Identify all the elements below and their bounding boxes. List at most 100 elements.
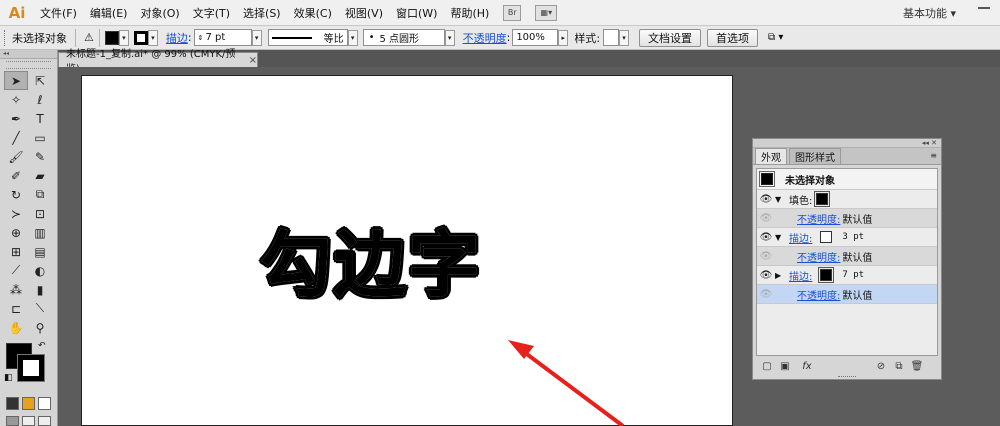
paintbrush-tool-icon[interactable]: 🖌 — [4, 147, 28, 166]
stroke-weight-dropdown[interactable]: ▾ — [251, 29, 262, 46]
gradient-mode-icon[interactable] — [22, 397, 35, 410]
expand-triangle-icon[interactable]: ▼ — [775, 233, 785, 242]
width-tool-icon[interactable]: ≻ — [4, 204, 28, 223]
shape-builder-tool-icon[interactable]: ⊕ — [4, 223, 28, 242]
stroke-dropdown[interactable]: ▾ — [147, 29, 158, 46]
eyedropper-tool-icon[interactable]: ⟋ — [4, 261, 28, 280]
stroke-opacity-row[interactable]: 👁 不透明度: 默认值 — [757, 247, 937, 266]
brush-definition[interactable]: • 5 点圆形 — [362, 29, 445, 46]
menu-window[interactable]: 窗口(W) — [396, 5, 437, 21]
none-mode-icon[interactable] — [38, 397, 51, 410]
collapse-triangle-icon[interactable]: ▶ — [775, 271, 785, 280]
direct-selection-tool-icon[interactable]: ⇱ — [28, 71, 52, 90]
opacity-dropdown[interactable]: ▸ — [558, 29, 569, 46]
tools-grip[interactable] — [6, 61, 51, 69]
stroke-color-icon[interactable] — [17, 354, 45, 382]
variable-width-profile[interactable]: 等比 — [267, 29, 348, 46]
visibility-eye-icon[interactable]: 👁 — [757, 289, 775, 300]
opacity-link[interactable]: 不透明度: — [797, 287, 840, 302]
rotate-tool-icon[interactable]: ↻ — [4, 185, 28, 204]
bridge-button[interactable]: Br — [503, 4, 522, 21]
fill-opacity-row[interactable]: 👁 不透明度: 默认值 — [757, 209, 937, 228]
stroke-swatch-white[interactable] — [820, 231, 833, 243]
clear-appearance-icon[interactable]: ⊘ — [874, 361, 888, 372]
duplicate-item-icon[interactable]: ⧉ — [892, 361, 906, 372]
document-setup-button[interactable]: 文档设置 — [639, 28, 702, 47]
object-opacity-row[interactable]: 👁 不透明度: 默认值 — [757, 285, 937, 304]
visibility-eye-icon[interactable]: 👁 — [757, 213, 775, 224]
column-graph-tool-icon[interactable]: ▮ — [28, 280, 52, 299]
menu-select[interactable]: 选择(S) — [243, 5, 281, 21]
free-transform-tool-icon[interactable]: ⊡ — [28, 204, 52, 223]
eraser-tool-icon[interactable]: ▰ — [28, 166, 52, 185]
menu-help[interactable]: 帮助(H) — [450, 5, 489, 21]
close-tab-icon[interactable]: × — [249, 55, 257, 66]
stroke-link[interactable]: 描边: — [789, 268, 812, 283]
workspace-switcher[interactable]: 基本功能 ▾ — [903, 5, 956, 21]
mesh-tool-icon[interactable]: ⊞ — [4, 242, 28, 261]
fill-row[interactable]: 👁 ▼ 填色: — [757, 190, 937, 209]
stroke-row-3pt[interactable]: 👁 ▼ 描边: 3 pt — [757, 228, 937, 247]
symbol-sprayer-tool-icon[interactable]: ⁂ — [4, 280, 28, 299]
opacity-field[interactable]: 100% — [512, 29, 559, 46]
menu-object[interactable]: 对象(O) — [140, 5, 179, 21]
perspective-grid-tool-icon[interactable]: ▥ — [28, 223, 52, 242]
panel-resize-grip[interactable] — [838, 376, 856, 379]
tab-graphic-styles[interactable]: 图形样式 — [789, 148, 841, 164]
visibility-eye-icon[interactable]: 👁 — [757, 270, 775, 281]
artboard-tool-icon[interactable]: ⊏ — [4, 299, 28, 318]
add-stroke-icon[interactable]: ▢ — [760, 361, 774, 372]
profile-dropdown[interactable]: ▾ — [347, 29, 358, 46]
panel-collapse-icon[interactable]: ◂◂ ✕ — [753, 139, 941, 148]
pencil-tool-icon[interactable]: ✎ — [28, 147, 52, 166]
stroke-weight-field[interactable]: ⇕ 7 pt — [193, 29, 252, 46]
add-effect-icon[interactable]: fx — [796, 361, 818, 372]
draw-inside-icon[interactable] — [38, 416, 51, 426]
menu-edit[interactable]: 编辑(E) — [90, 5, 128, 21]
scale-tool-icon[interactable]: ⧉ — [28, 185, 52, 204]
blend-tool-icon[interactable]: ◐ — [28, 261, 52, 280]
blob-brush-tool-icon[interactable]: ✐ — [4, 166, 28, 185]
draw-behind-icon[interactable] — [22, 416, 35, 426]
opacity-link[interactable]: 不透明度: — [797, 211, 840, 226]
menu-file[interactable]: 文件(F) — [40, 5, 77, 21]
preferences-button[interactable]: 首选项 — [707, 28, 759, 47]
stepper-icon[interactable]: ⇕ — [198, 34, 204, 42]
stroke-swatch-black[interactable] — [818, 267, 835, 283]
stroke-row-7pt[interactable]: 👁 ▶ 描边: 7 pt — [757, 266, 937, 285]
tools-collapse-icon[interactable]: ◂◂ — [0, 50, 57, 59]
rectangle-tool-icon[interactable]: ▭ — [28, 128, 52, 147]
line-tool-icon[interactable]: ╱ — [4, 128, 28, 147]
stroke-swatch[interactable] — [133, 30, 148, 45]
panel-menu-icon[interactable]: ≡ — [930, 151, 937, 160]
tab-appearance[interactable]: 外观 — [755, 148, 787, 164]
pen-tool-icon[interactable]: ✒ — [4, 109, 28, 128]
visibility-eye-icon[interactable]: 👁 — [757, 232, 775, 243]
visibility-eye-icon[interactable]: 👁 — [757, 194, 775, 205]
menu-type[interactable]: 文字(T) — [193, 5, 230, 21]
opacity-link[interactable]: 不透明度 — [463, 30, 507, 46]
opacity-link[interactable]: 不透明度: — [797, 249, 840, 264]
delete-item-icon[interactable]: 🗑 — [910, 361, 924, 372]
menu-view[interactable]: 视图(V) — [345, 5, 383, 21]
zoom-tool-icon[interactable]: ⚲ — [28, 318, 52, 337]
magic-wand-tool-icon[interactable]: ✧ — [4, 90, 28, 109]
gradient-tool-icon[interactable]: ▤ — [28, 242, 52, 261]
document-tab[interactable]: 未标题-1_复制.ai* @ 99% (CMYK/预览) × — [58, 49, 258, 75]
expand-triangle-icon[interactable]: ▼ — [775, 195, 785, 204]
hand-tool-icon[interactable]: ✋ — [4, 318, 28, 337]
minimize-icon[interactable] — [978, 7, 990, 9]
fill-swatch[interactable] — [814, 191, 831, 207]
arrange-documents-button[interactable]: ▦▾ — [535, 4, 558, 21]
type-tool-icon[interactable]: T — [28, 109, 52, 128]
menu-effect[interactable]: 效果(C) — [294, 5, 332, 21]
fill-dropdown[interactable]: ▾ — [118, 29, 129, 46]
style-dropdown[interactable]: ▾ — [619, 29, 630, 46]
add-fill-icon[interactable]: ▣ — [778, 361, 792, 372]
color-mode-icon[interactable] — [6, 397, 19, 410]
lasso-tool-icon[interactable]: ℓ — [28, 90, 52, 109]
brush-dropdown[interactable]: ▾ — [444, 29, 455, 46]
slice-tool-icon[interactable]: ⟍ — [28, 299, 52, 318]
visibility-eye-icon[interactable]: 👁 — [757, 251, 775, 262]
selection-tool-icon[interactable]: ➤ — [4, 71, 28, 90]
